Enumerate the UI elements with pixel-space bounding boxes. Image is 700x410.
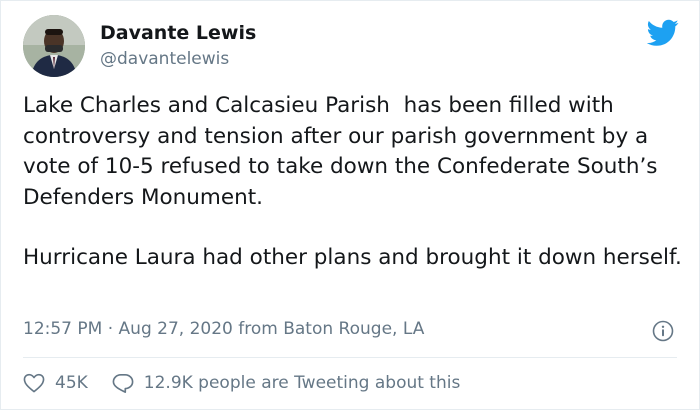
meta-separator: · <box>107 319 114 339</box>
twitter-bird-icon[interactable] <box>646 19 679 47</box>
tweet-paragraph: Lake Charles and Calcasieu Parish has be… <box>23 93 665 210</box>
info-icon[interactable] <box>652 320 674 342</box>
display-name[interactable]: Davante Lewis <box>100 22 256 44</box>
avatar[interactable] <box>23 15 85 77</box>
user-handle[interactable]: @davantelewis <box>100 49 229 69</box>
tweet-date[interactable]: Aug 27, 2020 <box>119 319 233 339</box>
tweeting-about-text: 12.9K people are Tweeting about this <box>143 373 461 393</box>
tweet-text: Lake Charles and Calcasieu Parish has be… <box>23 91 683 274</box>
divider <box>23 357 677 358</box>
like-count: 45K <box>55 373 88 393</box>
tweet-card: Davante Lewis @davantelewis Lake Charles… <box>0 0 700 410</box>
tweeting-about-link[interactable]: 12.9K people are Tweeting about this <box>112 373 461 394</box>
tweet-time[interactable]: 12:57 PM <box>23 319 102 339</box>
speech-bubble-icon <box>112 373 134 393</box>
tweet-meta: 12:57 PM · Aug 27, 2020 from Baton Rouge… <box>23 319 424 339</box>
action-bar: 45K 12.9K people are Tweeting about this <box>23 370 460 396</box>
tweet-location: from Baton Rouge, LA <box>238 319 425 339</box>
heart-icon <box>23 373 45 393</box>
tweet-paragraph: Hurricane Laura had other plans and brou… <box>23 245 682 270</box>
like-button[interactable]: 45K <box>23 373 88 393</box>
